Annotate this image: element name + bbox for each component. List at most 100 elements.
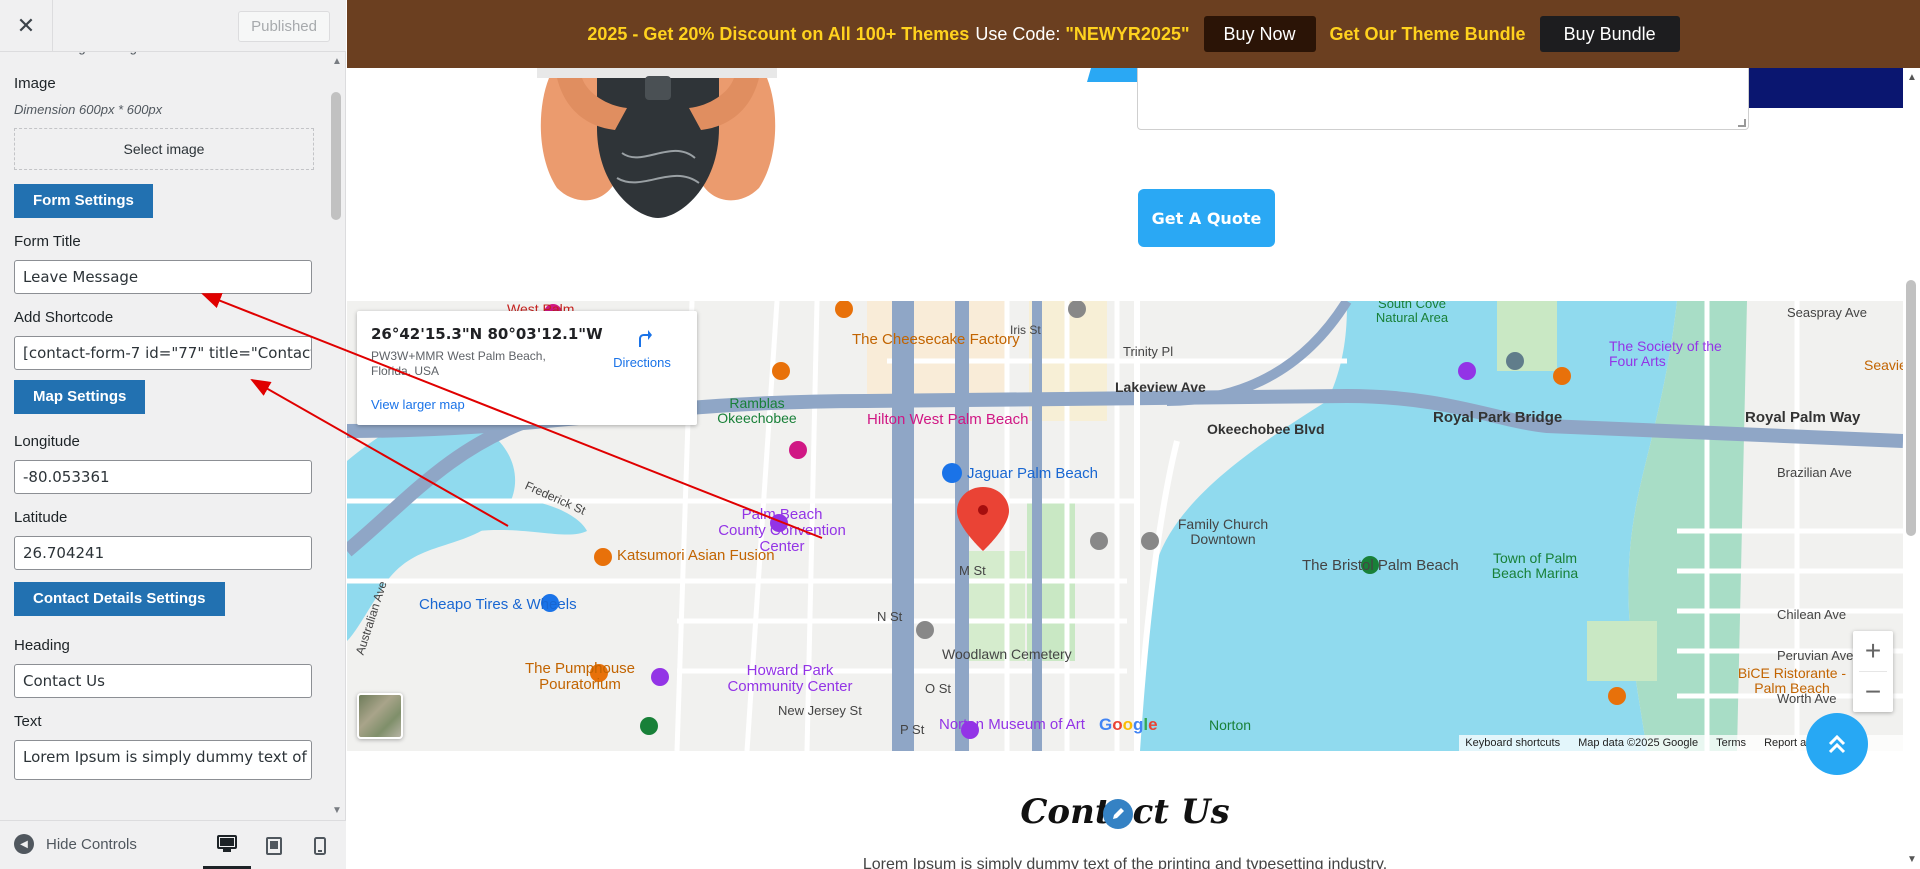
map-label: Worth Ave — [1777, 691, 1837, 706]
preview-scrollbar[interactable]: ▲ ▼ — [1903, 68, 1920, 869]
map-label: Brazilian Ave — [1777, 465, 1852, 480]
scroll-down-arrow-icon[interactable]: ▼ — [1907, 854, 1917, 865]
directions-icon — [639, 330, 652, 347]
sidebar-scrollbar[interactable]: ▲ ▼ — [329, 52, 345, 820]
map-data-text: Map data ©2025 Google — [1578, 737, 1699, 749]
map-address: PW3W+MMR West Palm Beach, Florida, USA — [371, 349, 546, 378]
map-label: Norton Museum of Art — [939, 716, 1085, 733]
promo-code: "NEWYR2025" — [1065, 23, 1190, 44]
map-label: The Society of the Four Arts — [1609, 338, 1722, 369]
scroll-up-arrow-icon[interactable]: ▲ — [332, 56, 342, 67]
map-label: Peruvian Ave — [1777, 648, 1854, 663]
map-coordinates: 26°42'15.3"N 80°03'12.1"W — [371, 325, 603, 343]
map-label: Royal Park Bridge — [1433, 409, 1563, 426]
buy-now-button[interactable]: Buy Now — [1203, 16, 1316, 52]
customizer-header: ✕ Published — [0, 0, 346, 52]
map-label: Cheapo Tires & Wheels — [419, 596, 577, 613]
contact-details-settings-button[interactable]: Contact Details Settings — [14, 582, 225, 616]
map-label: Lakeview Ave — [1115, 379, 1206, 395]
directions-label: Directions — [613, 355, 671, 370]
promo-offer-text: 2025 - Get 20% Discount on All 100+ Them… — [587, 23, 970, 44]
image-label: Image — [14, 75, 56, 92]
map-label: New Jersey St — [778, 703, 862, 718]
tablet-preview-icon[interactable] — [250, 821, 298, 869]
person-illustration — [537, 68, 777, 218]
published-button[interactable]: Published — [238, 11, 330, 42]
longitude-input[interactable]: -80.053361 — [14, 460, 312, 494]
get-a-quote-button[interactable]: Get A Quote — [1138, 189, 1275, 247]
buy-bundle-button[interactable]: Buy Bundle — [1539, 16, 1680, 52]
hide-controls-label: Hide Controls — [46, 835, 137, 853]
heading-input[interactable]: Contact Us — [14, 664, 312, 698]
select-image-button[interactable]: Select image — [14, 128, 314, 170]
map-label: Hilton West Palm Beach — [867, 411, 1029, 428]
resize-grip-icon[interactable] — [1738, 119, 1746, 127]
zoom-in-button[interactable]: + — [1853, 631, 1893, 671]
terms-link[interactable]: Terms — [1716, 737, 1746, 749]
latitude-label: Latitude — [14, 509, 68, 526]
map-label: Town of Palm Beach Marina — [1491, 550, 1579, 581]
map-label: The Cheesecake Factory — [852, 331, 1020, 348]
map-label: O St — [925, 681, 952, 696]
customizer-footer: ◀ Hide Controls — [0, 820, 346, 869]
collapse-arrow-icon: ◀ — [14, 834, 34, 854]
site-preview: Get A Quote West Palm Iris St South Cove… — [347, 68, 1903, 869]
desktop-preview-icon[interactable] — [203, 821, 251, 869]
edit-pencil-icon[interactable] — [1103, 799, 1133, 829]
map-label: The Bristol Palm Beach — [1302, 557, 1459, 574]
directions-link[interactable]: Directions — [609, 327, 675, 370]
shortcode-label: Add Shortcode — [14, 309, 114, 326]
scroll-to-top-button[interactable] — [1806, 713, 1868, 775]
scroll-thumb[interactable] — [331, 92, 341, 220]
map-label: Jaguar Palm Beach — [967, 465, 1098, 482]
keyboard-shortcuts-link[interactable]: Keyboard shortcuts — [1465, 737, 1560, 749]
form-settings-button[interactable]: Form Settings — [14, 184, 153, 218]
shortcode-input[interactable]: [contact-form-7 id="77" title="Contact F… — [14, 336, 312, 370]
form-title-input[interactable]: Leave Message — [14, 260, 312, 294]
map-label: Howard Park Community Center — [727, 662, 853, 695]
close-icon[interactable]: ✕ — [0, 0, 53, 52]
view-larger-map-link[interactable]: View larger map — [371, 397, 465, 412]
customizer-sidebar: ✕ Published Contact Page Settings Image … — [0, 0, 346, 869]
map-label: Family Church Downtown — [1177, 516, 1269, 547]
image-dimension-desc: Dimension 600px * 600px — [14, 102, 163, 117]
hide-controls-button[interactable]: ◀ Hide Controls — [14, 834, 137, 854]
google-logo: Google — [1099, 715, 1158, 734]
zoom-out-button[interactable]: − — [1853, 672, 1893, 712]
map-label: Woodlawn Cemetery — [942, 646, 1072, 662]
scroll-thumb[interactable] — [1906, 280, 1916, 536]
map-label: N St — [877, 609, 903, 624]
map-label: South Cove Natural Area — [1375, 301, 1449, 325]
scroll-down-arrow-icon[interactable]: ▼ — [332, 805, 342, 816]
controls-panel: Contact Page Settings Image Dimension 60… — [0, 52, 328, 820]
map-settings-button[interactable]: Map Settings — [14, 380, 146, 414]
longitude-label: Longitude — [14, 433, 80, 450]
heading-label: Heading — [14, 637, 70, 654]
promo-banner: 2025 - Get 20% Discount on All 100+ Them… — [347, 0, 1920, 68]
google-map[interactable]: West Palm Iris St South Cove Natural Are… — [347, 301, 1903, 751]
text-label: Text — [14, 713, 42, 730]
map-info-window: 26°42'15.3"N 80°03'12.1"W PW3W+MMR West … — [357, 311, 697, 425]
map-label: The Pumphouse Pouratorium — [524, 660, 636, 693]
map-label: Seaspray Ave — [1787, 305, 1867, 320]
message-textarea[interactable] — [1137, 68, 1749, 130]
map-label: Katsumori Asian Fusion — [617, 547, 775, 564]
satellite-toggle[interactable] — [357, 693, 403, 739]
form-title-label: Form Title — [14, 233, 81, 250]
map-label: Norton — [1209, 717, 1252, 733]
latitude-input[interactable]: 26.704241 — [14, 536, 312, 570]
map-label: P St — [900, 722, 925, 737]
double-chevron-up-icon — [1828, 734, 1846, 754]
promo-code-group: Use Code: "NEWYR2025" — [975, 24, 1189, 45]
theme-bundle-text: Get Our Theme Bundle — [1329, 23, 1526, 44]
scroll-up-arrow-icon[interactable]: ▲ — [1907, 72, 1917, 83]
contact-text: Lorem Ipsum is simply dummy text of the … — [862, 856, 1388, 869]
mobile-preview-icon[interactable] — [296, 821, 344, 869]
map-zoom-controls: + − — [1853, 631, 1893, 712]
text-textarea[interactable]: Lorem Ipsum is simply dummy text of the … — [14, 740, 312, 780]
map-label: M St — [959, 563, 986, 578]
map-label: Okeechobee Blvd — [1207, 421, 1325, 437]
section-title-cut: Contact Page Settings — [14, 52, 314, 60]
map-label: Ramblas Okeechobee — [717, 395, 797, 426]
map-label: Chilean Ave — [1777, 607, 1847, 622]
